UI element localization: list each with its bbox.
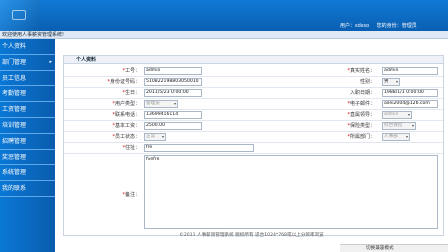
address-field[interactable]: fre <box>144 144 254 152</box>
logo <box>0 0 40 31</box>
work-no-label: 工号 <box>124 68 135 74</box>
sidebar-item-label: 招聘管理 <box>2 137 27 145</box>
status-select[interactable]: 正常 ▾ <box>144 133 166 141</box>
sidebar-item-department[interactable]: 部门管理 ▸ <box>0 55 55 71</box>
hire-date-label: 入职日期 <box>349 90 370 96</box>
user-type-label: 用户类型 <box>114 101 135 107</box>
profile-form: *工号： admin *真实姓名： admin *身份证号码： 51082219… <box>63 64 445 236</box>
sidebar-item-label: 考勤管理 <box>2 90 27 98</box>
sidebar-item-label: 个人资料 <box>2 43 27 50</box>
role-label: 您的身份： <box>376 23 402 29</box>
compat-mode-label: 切换兼容模式 <box>366 246 394 251</box>
status-label: 员工状态 <box>114 134 135 140</box>
sidebar-item-label: 奖惩管理 <box>2 153 27 161</box>
sidebar-item-training[interactable]: 培训管理 <box>0 118 55 134</box>
sidebar-item-rewards[interactable]: 奖惩管理 <box>0 150 55 166</box>
chevron-right-icon: ▸ <box>49 58 52 65</box>
birthday-field[interactable]: 2011/5/23 0:00:00 <box>144 89 202 97</box>
insurance-select[interactable]: 综合保险 ▾ <box>382 122 416 130</box>
sidebar-item-contact[interactable]: 我的联系 <box>0 181 55 197</box>
chevron-down-icon: ▾ <box>405 134 408 139</box>
sidebar-item-label: 部门管理 <box>2 58 27 66</box>
salary-label: 基本工资 <box>114 123 135 129</box>
remark-label: 备注 <box>124 192 135 198</box>
phone-label: 联系电话 <box>114 112 135 118</box>
sidebar-item-label: 工资管理 <box>2 106 27 114</box>
compat-mode-bar[interactable]: 切换兼容模式 <box>340 244 448 252</box>
salary-field[interactable]: 2500.00 <box>144 122 202 130</box>
page-title: 个人资料 <box>63 55 444 64</box>
sidebar-item-label: 培训管理 <box>2 121 27 129</box>
remark-textarea[interactable]: fvefre <box>144 155 438 229</box>
user-name: sdsso <box>355 23 370 29</box>
gender-label: 性别 <box>359 79 370 85</box>
welcome-bar: 欢迎使用人事薪资管理系统! <box>0 31 448 39</box>
sidebar: 个人资料 部门管理 ▸ 员工信息 考勤管理 工资管理 培训管理 招聘管理 奖惩管理… <box>0 39 55 252</box>
logo-icon <box>12 10 26 20</box>
id-card-field[interactable]: 510822198803050010 <box>144 78 202 86</box>
sidebar-item-employee[interactable]: 员工信息 <box>0 71 55 87</box>
email-label: 电子邮件 <box>349 101 370 107</box>
footer: ©2011 人事薪资管理系统 版权所有 适合1024*768或以上分辨率浏览 <box>179 233 324 238</box>
user-type-select[interactable]: 管理员 ▾ <box>144 100 178 108</box>
chevron-down-icon: ▾ <box>411 123 414 128</box>
user-info: 用户：sdsso 您的身份：管理员 <box>340 22 448 31</box>
sidebar-item-label: 我的联系 <box>2 185 27 193</box>
sidebar-item-system[interactable]: 系统管理 <box>0 165 55 182</box>
chevron-down-icon: ▾ <box>395 79 398 84</box>
main-content: 个人资料 *工号： admin *真实姓名： admin *身份证号码： 510… <box>55 39 448 252</box>
real-name-field[interactable]: admin <box>382 67 438 75</box>
real-name-label: 真实姓名 <box>349 68 370 74</box>
sidebar-item-label: 员工信息 <box>2 74 27 82</box>
gender-select[interactable]: 男 ▾ <box>382 78 400 86</box>
chevron-down-icon: ▾ <box>407 112 410 117</box>
insurance-label: 保险类型 <box>349 123 370 129</box>
sidebar-item-profile[interactable]: 个人资料 <box>0 39 55 55</box>
dept-label: 所属部门 <box>349 134 370 140</box>
sidebar-item-recruit[interactable]: 招聘管理 <box>0 134 55 150</box>
birthday-label: 生日 <box>124 90 135 96</box>
dept-select[interactable]: 人事部 ▾ <box>382 133 410 141</box>
sidebar-item-label: 系统管理 <box>2 169 27 177</box>
user-label: 用户： <box>340 23 356 29</box>
chevron-down-icon: ▾ <box>173 101 176 106</box>
address-label: 住址 <box>124 145 135 151</box>
leader-label: 直属领导 <box>349 112 370 118</box>
id-card-label: 身份证号码 <box>109 79 135 85</box>
work-no-field[interactable]: admin <box>144 67 202 75</box>
sidebar-item-salary[interactable]: 工资管理 <box>0 102 55 118</box>
top-banner: 用户：sdsso 您的身份：管理员 <box>0 0 448 31</box>
sidebar-item-attendance[interactable]: 考勤管理 <box>0 86 55 103</box>
role-name: 管理员 <box>401 23 417 29</box>
phone-field[interactable]: 13699416114 <box>144 111 202 119</box>
leader-select[interactable]: admin ▾ <box>382 111 412 119</box>
hire-date-field[interactable]: 1988/1/1 0:00:00 <box>382 89 438 97</box>
email-field[interactable]: ailei2004@126.com <box>382 100 438 108</box>
chevron-down-icon: ▾ <box>161 134 164 139</box>
